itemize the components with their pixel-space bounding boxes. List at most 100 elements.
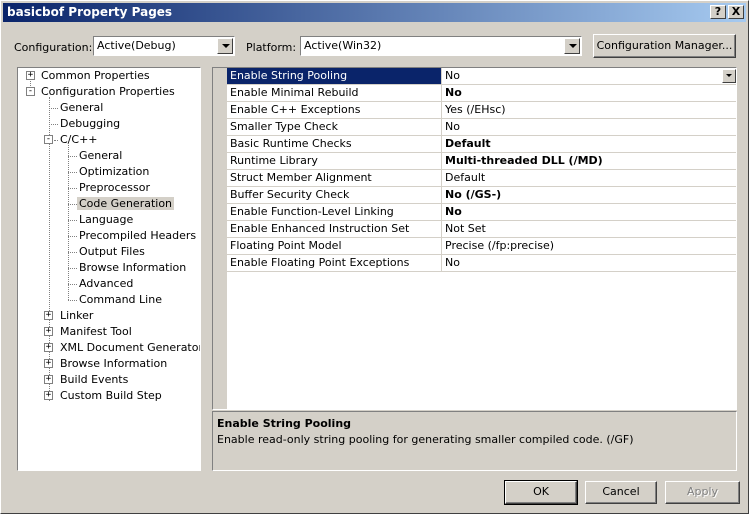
tree-item-label: Code Generation <box>77 197 175 210</box>
tree-item-advanced[interactable]: Advanced <box>77 276 135 292</box>
tree-item-custom-build-step[interactable]: Custom Build Step <box>58 388 164 404</box>
property-value[interactable]: No <box>442 68 736 84</box>
property-value[interactable]: Default <box>442 170 736 186</box>
chevron-down-icon[interactable] <box>217 38 233 54</box>
tree-item-label: Advanced <box>79 277 134 290</box>
property-value[interactable]: Default <box>442 136 736 152</box>
expand-icon[interactable]: + <box>44 327 53 336</box>
property-value[interactable]: Yes (/EHsc) <box>442 102 736 118</box>
window-title: basicbof Property Pages <box>7 5 173 19</box>
tree-item-label: Manifest Tool <box>60 325 132 338</box>
tree-item-label: Browse Information <box>79 261 187 274</box>
tree-item-cpp[interactable]: C/C++ <box>58 132 100 148</box>
tree-item-language[interactable]: Language <box>77 212 135 228</box>
property-value[interactable]: No <box>442 85 736 101</box>
tree-item-label: Language <box>79 213 134 226</box>
ok-button[interactable]: OK <box>504 480 578 505</box>
property-row[interactable]: Enable Minimal Rebuild No <box>227 85 736 102</box>
property-value[interactable]: No (/GS-) <box>442 187 736 203</box>
tree-line <box>68 220 77 221</box>
property-value[interactable]: Not Set <box>442 221 736 237</box>
property-value[interactable]: No <box>442 204 736 220</box>
tree-item-general[interactable]: General <box>58 100 105 116</box>
property-row[interactable]: Enable String Pooling No <box>227 68 736 85</box>
tree-item-linker[interactable]: Linker <box>58 308 95 324</box>
tree-item-configuration-properties[interactable]: Configuration Properties <box>39 84 177 100</box>
tree-item-debugging[interactable]: Debugging <box>58 116 122 132</box>
tree-item-preprocessor[interactable]: Preprocessor <box>77 180 152 196</box>
tree-line <box>68 204 77 205</box>
tree-item-label: General <box>79 149 123 162</box>
expand-icon[interactable]: + <box>44 359 53 368</box>
property-name: Floating Point Model <box>227 238 442 254</box>
tree-item-label: Common Properties <box>41 69 150 82</box>
property-row[interactable]: Floating Point Model Precise (/fp:precis… <box>227 238 736 255</box>
tree-line <box>68 300 77 301</box>
tree-item-label: General <box>60 101 104 114</box>
property-name: Enable Floating Point Exceptions <box>227 255 442 271</box>
tree-item-label: Precompiled Headers <box>79 229 197 242</box>
expand-icon[interactable]: + <box>44 375 53 384</box>
tree-item-label: Optimization <box>79 165 150 178</box>
expand-icon[interactable]: + <box>44 391 53 400</box>
configuration-manager-label: Configuration Manager... <box>596 39 733 52</box>
property-row[interactable]: Enable Floating Point Exceptions No <box>227 255 736 272</box>
tree-item-command-line[interactable]: Command Line <box>77 292 164 308</box>
close-button[interactable]: X <box>728 5 744 19</box>
tree-line <box>68 268 77 269</box>
chevron-down-icon[interactable] <box>564 38 580 54</box>
configuration-combo[interactable]: Active(Debug) <box>93 36 235 56</box>
property-grid[interactable]: Enable String Pooling No Enable Minimal … <box>212 67 737 410</box>
help-button[interactable]: ? <box>710 5 726 19</box>
tree-item-code-generation[interactable]: Code Generation <box>77 196 175 212</box>
configuration-value: Active(Debug) <box>97 39 176 52</box>
property-row[interactable]: Buffer Security Check No (/GS-) <box>227 187 736 204</box>
expand-icon[interactable]: + <box>44 311 53 320</box>
tree-line <box>68 172 77 173</box>
property-name: Enable String Pooling <box>227 68 442 84</box>
tree-line <box>49 108 58 109</box>
tree-item-output-files[interactable]: Output Files <box>77 244 147 260</box>
tree-item-common-properties[interactable]: Common Properties <box>39 68 152 84</box>
tree-line <box>68 188 77 189</box>
expand-icon[interactable]: + <box>44 343 53 352</box>
configuration-manager-button[interactable]: Configuration Manager... <box>593 34 736 58</box>
property-row[interactable]: Enable Function-Level Linking No <box>227 204 736 221</box>
property-row[interactable]: Enable Enhanced Instruction Set Not Set <box>227 221 736 238</box>
cancel-button[interactable]: Cancel <box>585 481 657 504</box>
property-value[interactable]: No <box>442 255 736 271</box>
property-tree[interactable]: + Common Properties - Configuration Prop… <box>17 67 201 471</box>
apply-button-label: Apply <box>686 485 719 498</box>
tree-item-manifest-tool[interactable]: Manifest Tool <box>58 324 134 340</box>
tree-item-label: Debugging <box>60 117 121 130</box>
property-pages-dialog: basicbof Property Pages ? X Configuratio… <box>0 0 749 514</box>
configuration-label: Configuration: <box>14 41 93 54</box>
property-value[interactable]: Multi-threaded DLL (/MD) <box>442 153 736 169</box>
tree-item-xml-document-generator[interactable]: XML Document Generator <box>58 340 200 356</box>
property-value-text: No <box>445 69 460 82</box>
property-row[interactable]: Basic Runtime Checks Default <box>227 136 736 153</box>
tree-item-precompiled-headers[interactable]: Precompiled Headers <box>77 228 198 244</box>
tree-item-browse-information[interactable]: Browse Information <box>77 260 188 276</box>
property-name: Enable Minimal Rebuild <box>227 85 442 101</box>
property-value[interactable]: Precise (/fp:precise) <box>442 238 736 254</box>
tree-item-optimization[interactable]: Optimization <box>77 164 151 180</box>
collapse-icon[interactable]: - <box>44 135 53 144</box>
property-row[interactable]: Runtime Library Multi-threaded DLL (/MD) <box>227 153 736 170</box>
expand-icon[interactable]: + <box>26 71 35 80</box>
property-row[interactable]: Struct Member Alignment Default <box>227 170 736 187</box>
tree-item-label: Configuration Properties <box>41 85 175 98</box>
tree-item-cpp-general[interactable]: General <box>77 148 124 164</box>
tree-line <box>68 156 77 157</box>
tree-item-label: C/C++ <box>60 133 98 146</box>
property-value[interactable]: No <box>442 119 736 135</box>
tree-item-browse-information-top[interactable]: Browse Information <box>58 356 169 372</box>
apply-button[interactable]: Apply <box>665 481 740 504</box>
tree-item-build-events[interactable]: Build Events <box>58 372 130 388</box>
property-row[interactable]: Smaller Type Check No <box>227 119 736 136</box>
platform-combo[interactable]: Active(Win32) <box>300 36 582 56</box>
chevron-down-icon[interactable] <box>722 69 736 83</box>
collapse-icon[interactable]: - <box>26 87 35 96</box>
grid-margin <box>213 68 227 409</box>
property-row[interactable]: Enable C++ Exceptions Yes (/EHsc) <box>227 102 736 119</box>
